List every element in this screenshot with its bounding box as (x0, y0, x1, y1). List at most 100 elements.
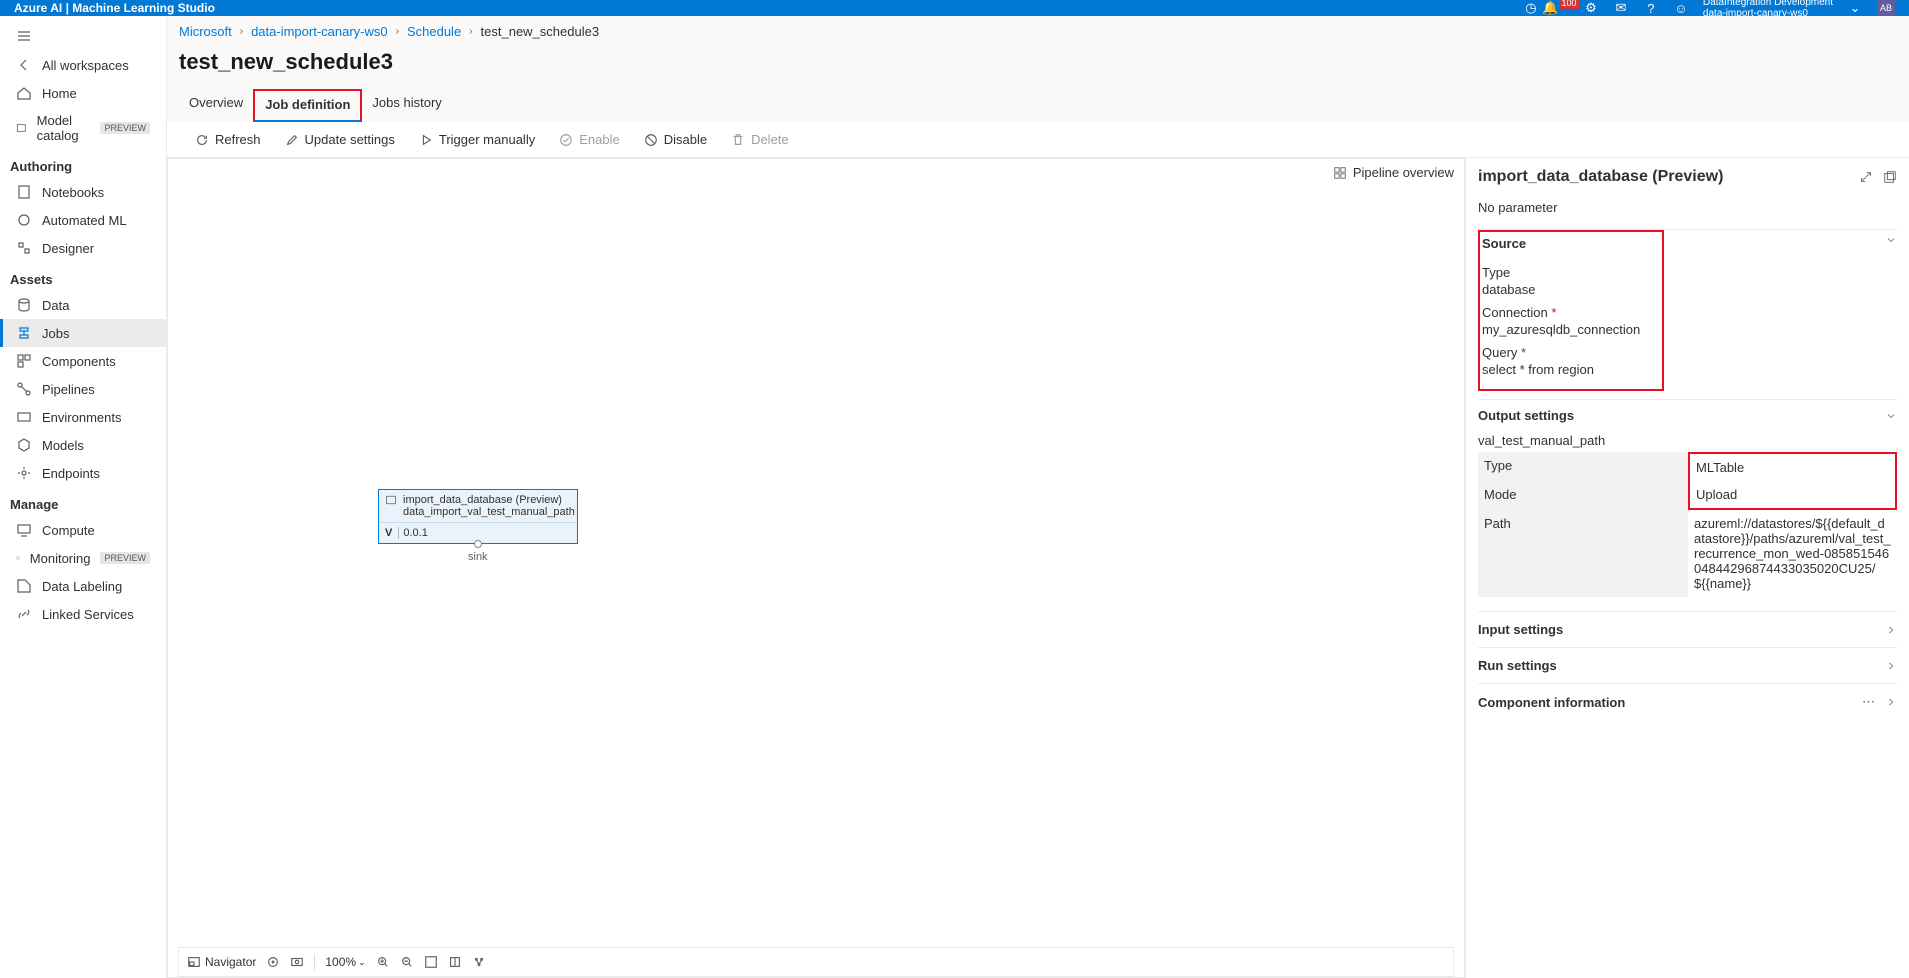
section-source[interactable]: Source (1482, 234, 1656, 259)
sidebar-item-components[interactable]: Components (0, 347, 166, 375)
sidebar-item-jobs[interactable]: Jobs (0, 319, 166, 347)
zoom-selector[interactable]: 100% ⌄ (325, 955, 365, 969)
target-icon[interactable] (266, 955, 280, 969)
sidebar-item-label: Monitoring (30, 551, 91, 566)
screenshot-icon[interactable] (290, 955, 304, 969)
sidebar-section-authoring: Authoring (0, 149, 166, 178)
section-output-settings[interactable]: Output settings (1478, 400, 1897, 431)
product-title: Azure AI | Machine Learning Studio (14, 1, 215, 15)
section-component-information[interactable]: Component information ⋯ (1478, 684, 1897, 720)
notification-badge: 100 (1559, 0, 1580, 9)
output-name: val_test_manual_path (1478, 431, 1897, 452)
button-label: Enable (579, 132, 619, 147)
zoom-in-icon[interactable] (376, 955, 390, 969)
chevron-right-icon: › (469, 26, 472, 37)
node-version: 0.0.1 (398, 527, 427, 539)
page-title: test_new_schedule3 (167, 39, 1909, 75)
layout-icon[interactable] (472, 955, 486, 969)
sidebar: All workspaces Home Model catalog PREVIE… (0, 16, 167, 978)
update-settings-button[interactable]: Update settings (275, 128, 405, 151)
models-icon (16, 437, 32, 453)
sidebar-item-label: Endpoints (42, 466, 100, 481)
sink-label: sink (468, 551, 488, 563)
section-run-settings[interactable]: Run settings (1478, 648, 1897, 683)
feedback-icon[interactable]: ✉ (1613, 0, 1629, 16)
tab-overview[interactable]: Overview (179, 89, 253, 122)
section-input-settings[interactable]: Input settings (1478, 612, 1897, 647)
notifications-icon[interactable]: 🔔100 (1553, 0, 1569, 16)
sidebar-item-all-workspaces[interactable]: All workspaces (0, 51, 166, 79)
chevron-right-icon (1885, 660, 1897, 672)
settings-icon[interactable]: ⚙ (1583, 0, 1599, 16)
section-label: Source (1482, 236, 1526, 251)
refresh-button[interactable]: Refresh (185, 128, 271, 151)
sidebar-item-environments[interactable]: Environments (0, 403, 166, 431)
sidebar-item-label: Models (42, 438, 84, 453)
sidebar-item-automated-ml[interactable]: Automated ML (0, 206, 166, 234)
avatar[interactable]: AB (1877, 0, 1895, 17)
expand-icon[interactable] (1859, 170, 1873, 184)
sidebar-item-label: Data (42, 298, 69, 313)
help-icon[interactable]: ? (1643, 0, 1659, 16)
sidebar-item-linked-services[interactable]: Linked Services (0, 600, 166, 628)
sidebar-item-label: Model catalog (37, 113, 91, 143)
clock-icon[interactable]: ◷ (1523, 0, 1539, 16)
sidebar-item-compute[interactable]: Compute (0, 516, 166, 544)
catalog-icon (16, 120, 27, 136)
breadcrumb-item[interactable]: Schedule (407, 24, 461, 39)
sidebar-item-label: Compute (42, 523, 95, 538)
sidebar-item-notebooks[interactable]: Notebooks (0, 178, 166, 206)
breadcrumb: Microsoft › data-import-canary-ws0 › Sch… (167, 16, 1909, 39)
cell-value: azureml://datastores/${{default_datastor… (1688, 510, 1897, 597)
canvas-footer: Navigator 100% ⌄ (178, 947, 1454, 977)
popout-icon[interactable] (1883, 170, 1897, 184)
no-parameter-text: No parameter (1478, 194, 1897, 229)
node-title: import_data_database (Preview) (403, 494, 562, 506)
play-icon (419, 133, 433, 147)
sidebar-item-label: Designer (42, 241, 94, 256)
main: Microsoft › data-import-canary-ws0 › Sch… (167, 16, 1909, 978)
edit-icon (285, 133, 299, 147)
cell-value: Upload (1688, 481, 1897, 510)
hamburger-icon[interactable] (0, 24, 166, 51)
trigger-manually-button[interactable]: Trigger manually (409, 128, 545, 151)
zoom-value: 100% (325, 955, 356, 969)
breadcrumb-item[interactable]: data-import-canary-ws0 (251, 24, 388, 39)
fit-icon[interactable] (424, 955, 438, 969)
refresh-icon (195, 133, 209, 147)
disable-button[interactable]: Disable (634, 128, 717, 151)
zoom-out-icon[interactable] (400, 955, 414, 969)
sidebar-item-endpoints[interactable]: Endpoints (0, 459, 166, 487)
breadcrumb-item[interactable]: Microsoft (179, 24, 232, 39)
more-icon[interactable]: ⋯ (1862, 694, 1875, 710)
field-label: Query * (1482, 345, 1656, 362)
toolbar: Refresh Update settings Trigger manually… (167, 122, 1909, 157)
smile-icon[interactable]: ☺ (1673, 0, 1689, 16)
pipeline-node[interactable]: import_data_database (Preview) data_impo… (378, 489, 578, 544)
sidebar-item-home[interactable]: Home (0, 79, 166, 107)
tab-job-definition[interactable]: Job definition (253, 89, 362, 122)
sidebar-item-monitoring[interactable]: MonitoringPREVIEW (0, 544, 166, 572)
button-label: Delete (751, 132, 789, 147)
navigator-button[interactable]: Navigator (187, 955, 256, 969)
pipeline-overview-button[interactable]: Pipeline overview (1333, 165, 1454, 180)
button-label: Refresh (215, 132, 261, 147)
output-table: Type MLTable Mode Upload Path azureml://… (1478, 452, 1897, 597)
canvas[interactable]: Pipeline overview import_data_database (… (167, 158, 1465, 978)
tab-jobs-history[interactable]: Jobs history (362, 89, 451, 122)
sidebar-item-label: Automated ML (42, 213, 127, 228)
sidebar-item-models[interactable]: Models (0, 431, 166, 459)
sidebar-item-data-labeling[interactable]: Data Labeling (0, 572, 166, 600)
sidebar-item-model-catalog[interactable]: Model catalog PREVIEW (0, 107, 166, 149)
sidebar-item-data[interactable]: Data (0, 291, 166, 319)
actual-icon[interactable] (448, 955, 462, 969)
check-circle-icon (559, 133, 573, 147)
delete-button: Delete (721, 128, 799, 151)
chevron-down-icon[interactable] (1885, 234, 1897, 246)
sidebar-item-pipelines[interactable]: Pipelines (0, 375, 166, 403)
workspace-line1: DataIntegration Development (1703, 0, 1833, 8)
sidebar-item-designer[interactable]: Designer (0, 234, 166, 262)
chevron-down-icon[interactable]: ⌄ (1847, 0, 1863, 16)
node-output-port[interactable] (474, 540, 482, 548)
field-value: my_azuresqldb_connection (1482, 322, 1656, 337)
